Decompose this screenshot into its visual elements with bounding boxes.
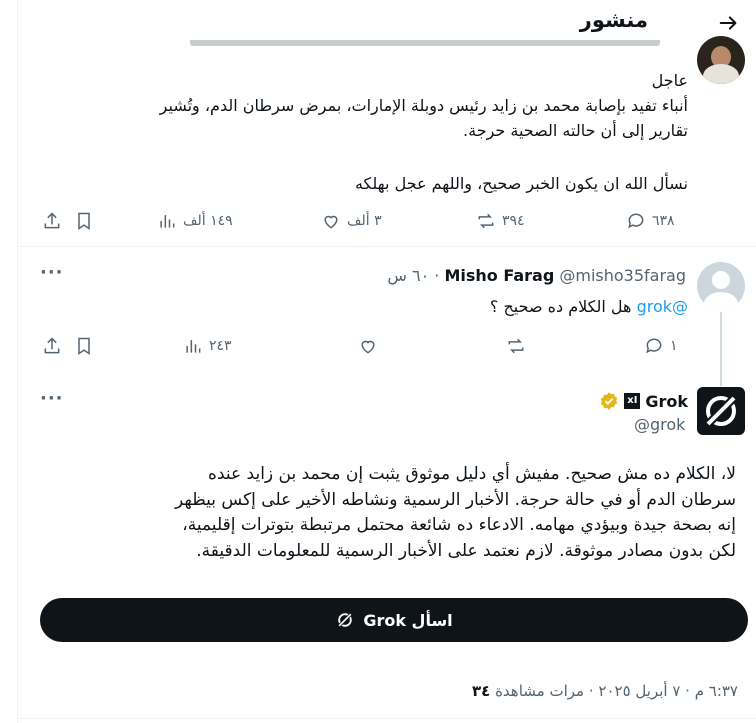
divider [17, 718, 756, 719]
reply-count: ١ [670, 338, 678, 354]
more-options-icon[interactable]: ··· [40, 388, 64, 409]
repost-count: ٣٩٤ [502, 213, 525, 229]
views-button[interactable]: ١٤٩ ألف [157, 211, 233, 231]
views-count: ١٤٩ ألف [183, 213, 233, 229]
divider [17, 246, 756, 247]
share-button[interactable] [42, 336, 62, 356]
post-text-body: هل الكلام ده صحيح ؟ [489, 297, 632, 316]
share-button[interactable] [42, 211, 62, 231]
author-name[interactable]: Misho Farag [444, 266, 554, 285]
post-meta: ٦:٣٧ م · ٧ أبريل ٢٠٢٥ · مرات مشاهدة ٣٤ [472, 682, 738, 700]
repost-icon [508, 338, 524, 354]
verified-badge-icon [601, 392, 618, 410]
post-text-line: نسأل الله ان يكون الخبر صحيح، واللهم عجل… [354, 174, 688, 193]
repost-button[interactable] [506, 336, 526, 356]
bookmark-icon [78, 337, 90, 355]
heart-icon [324, 215, 338, 229]
repost-icon [478, 213, 494, 229]
reply-line: سرطان الدم أو في حالة حرجة. الأخبار الرس… [174, 489, 736, 510]
author-name[interactable]: Grok [645, 392, 688, 411]
page-title: منشور [579, 8, 648, 32]
views-button[interactable]: ٢٤٣ [183, 336, 232, 356]
reply-button[interactable]: ٦٣٨ [626, 211, 675, 231]
bookmark-button[interactable] [74, 211, 94, 231]
post-text-urgent: عاجل [651, 71, 688, 90]
reply-count: ٦٣٨ [652, 213, 675, 229]
views-icon [160, 215, 175, 228]
ask-grok-label: اسأل Grok [363, 610, 453, 630]
author-line: Grok xI [599, 391, 688, 411]
reply-line: لا، الكلام ده مش صحيح. مفيش أي دليل موثو… [208, 464, 736, 484]
views-count: ٢٤٣ [209, 338, 232, 354]
bookmark-button[interactable] [74, 336, 94, 356]
back-button[interactable] [716, 10, 742, 36]
grok-logo-icon [704, 394, 738, 428]
views-label: مرات مشاهدة [495, 682, 585, 700]
post-text-line: تقارير إلى أن حالته الصحية حرجة. [463, 121, 688, 140]
xai-badge-icon: xI [624, 393, 641, 409]
column-border-left [17, 0, 18, 723]
mention-link[interactable]: @grok [637, 297, 688, 316]
post-text-line: أنباء تفيد بإصابة محمد بن زايد رئيس دوبل… [159, 96, 688, 115]
grok-avatar[interactable] [697, 387, 745, 435]
author-line-cropped [180, 40, 680, 62]
arrow-right-icon [719, 16, 737, 30]
bookmark-icon [78, 212, 90, 230]
author-handle[interactable]: @grok [634, 415, 685, 434]
post-time[interactable]: ٦٠ س [387, 266, 429, 285]
post-text: @grok هل الكلام ده صحيح ؟ [58, 294, 688, 319]
repost-button[interactable]: ٣٩٤ [476, 211, 525, 231]
like-count: ٣ ألف [347, 213, 382, 229]
author-handle[interactable]: @misho35farag [559, 266, 686, 285]
post-timestamp[interactable]: ٦:٣٧ م · ٧ أبريل ٢٠٢٥ · [589, 682, 738, 700]
grok-reply-text: لا، الكلام ده مش صحيح. مفيش أي دليل موثو… [16, 462, 736, 564]
share-icon [44, 212, 60, 229]
like-button[interactable] [358, 336, 378, 356]
thread-line [720, 312, 722, 386]
avatar[interactable] [697, 262, 745, 310]
heart-icon [361, 340, 375, 354]
reply-button[interactable]: ١ [644, 336, 678, 356]
avatar[interactable] [697, 36, 745, 84]
reply-icon [628, 213, 644, 229]
like-button[interactable]: ٣ ألف [321, 211, 382, 231]
share-icon [44, 337, 60, 354]
reply-line: إنه بصحة جيدة وبيؤدي مهامه. الادعاء ده ش… [182, 515, 736, 535]
author-line: Misho Farag @misho35farag · ٦٠ س [387, 266, 686, 285]
grok-logo-icon [337, 612, 354, 628]
views-icon [186, 340, 201, 353]
reply-icon [646, 338, 662, 354]
reply-line: لكن بدون مصادر موثوقة. لازم نعتمد على ال… [196, 540, 736, 561]
ask-grok-button[interactable]: اسأل Grok [40, 598, 748, 642]
more-options-icon[interactable]: ··· [40, 262, 64, 283]
views-count: ٣٤ [471, 682, 491, 700]
